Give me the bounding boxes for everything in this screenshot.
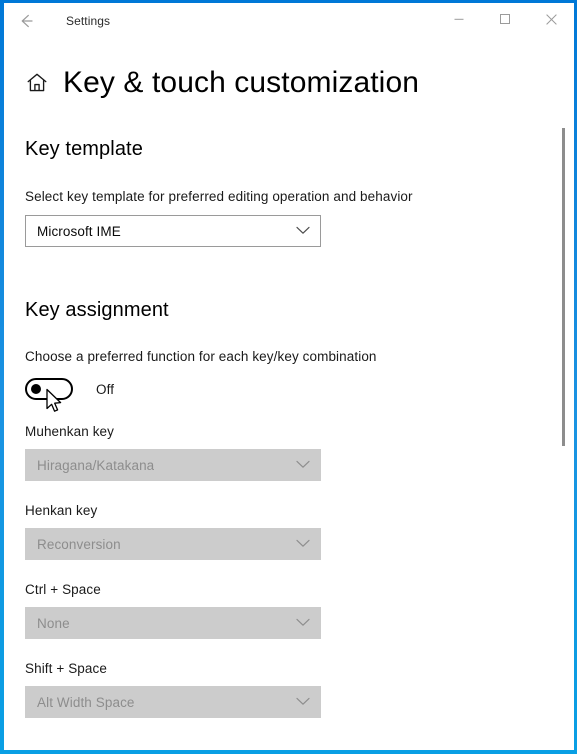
key-template-heading: Key template [25,138,143,160]
page-title: Key & touch customization [63,66,420,99]
chevron-down-icon [296,535,310,553]
close-button[interactable] [528,3,574,35]
settings-content: Key & touch customization Key template S… [4,39,574,750]
key-assignment-toggle-row: Off [25,376,574,402]
minimize-button[interactable] [436,3,482,35]
shift-space-combobox-value: Alt Width Space [37,694,135,710]
app-title: Settings [66,14,111,28]
chevron-down-icon [296,456,310,474]
key-row-label: Muhenkan key [25,424,115,439]
page-header: Key & touch customization [25,66,574,99]
key-row-label: Henkan key [25,503,98,518]
ctrl-space-combobox-value: None [37,615,70,631]
scrollbar-thumb[interactable] [562,128,565,446]
close-icon [545,13,558,26]
title-bar: Settings [4,3,574,39]
henkan-key-combobox-value: Reconversion [37,536,121,552]
maximize-icon [499,13,511,25]
ctrl-space-combobox[interactable]: None [25,607,321,639]
key-row-label: Shift + Space [25,661,107,676]
vertical-scrollbar[interactable] [558,39,570,750]
key-assignment-description: Choose a preferred function for each key… [25,349,377,364]
key-row-shift-space: Shift + Space Alt Width Space [25,661,574,718]
key-assignment-toggle[interactable] [25,378,73,400]
key-assignment-toggle-label: Off [96,381,115,397]
key-row-muhenkan: Muhenkan key Hiragana/Katakana [25,424,574,481]
henkan-key-combobox[interactable]: Reconversion [25,528,321,560]
home-icon[interactable] [25,71,49,95]
back-arrow-icon [16,11,36,31]
shift-space-combobox[interactable]: Alt Width Space [25,686,321,718]
key-row-henkan: Henkan key Reconversion [25,503,574,560]
chevron-down-icon [296,693,310,711]
muhenkan-key-combobox-value: Hiragana/Katakana [37,457,155,473]
settings-window: Settings Key & touch customization Key t… [0,0,577,754]
key-template-combobox-value: Microsoft IME [37,223,121,239]
chevron-down-icon [296,222,310,240]
minimize-icon [453,13,465,25]
key-template-combobox[interactable]: Microsoft IME [25,215,321,247]
toggle-knob [31,384,41,394]
window-body: Settings Key & touch customization Key t… [4,3,574,750]
caption-buttons [436,3,574,35]
back-button[interactable] [4,5,48,37]
key-assignment-heading: Key assignment [25,299,169,321]
muhenkan-key-combobox[interactable]: Hiragana/Katakana [25,449,321,481]
key-template-description: Select key template for preferred editin… [25,189,413,204]
chevron-down-icon [296,614,310,632]
key-row-ctrl-space: Ctrl + Space None [25,582,574,639]
key-row-label: Ctrl + Space [25,582,101,597]
maximize-button[interactable] [482,3,528,35]
